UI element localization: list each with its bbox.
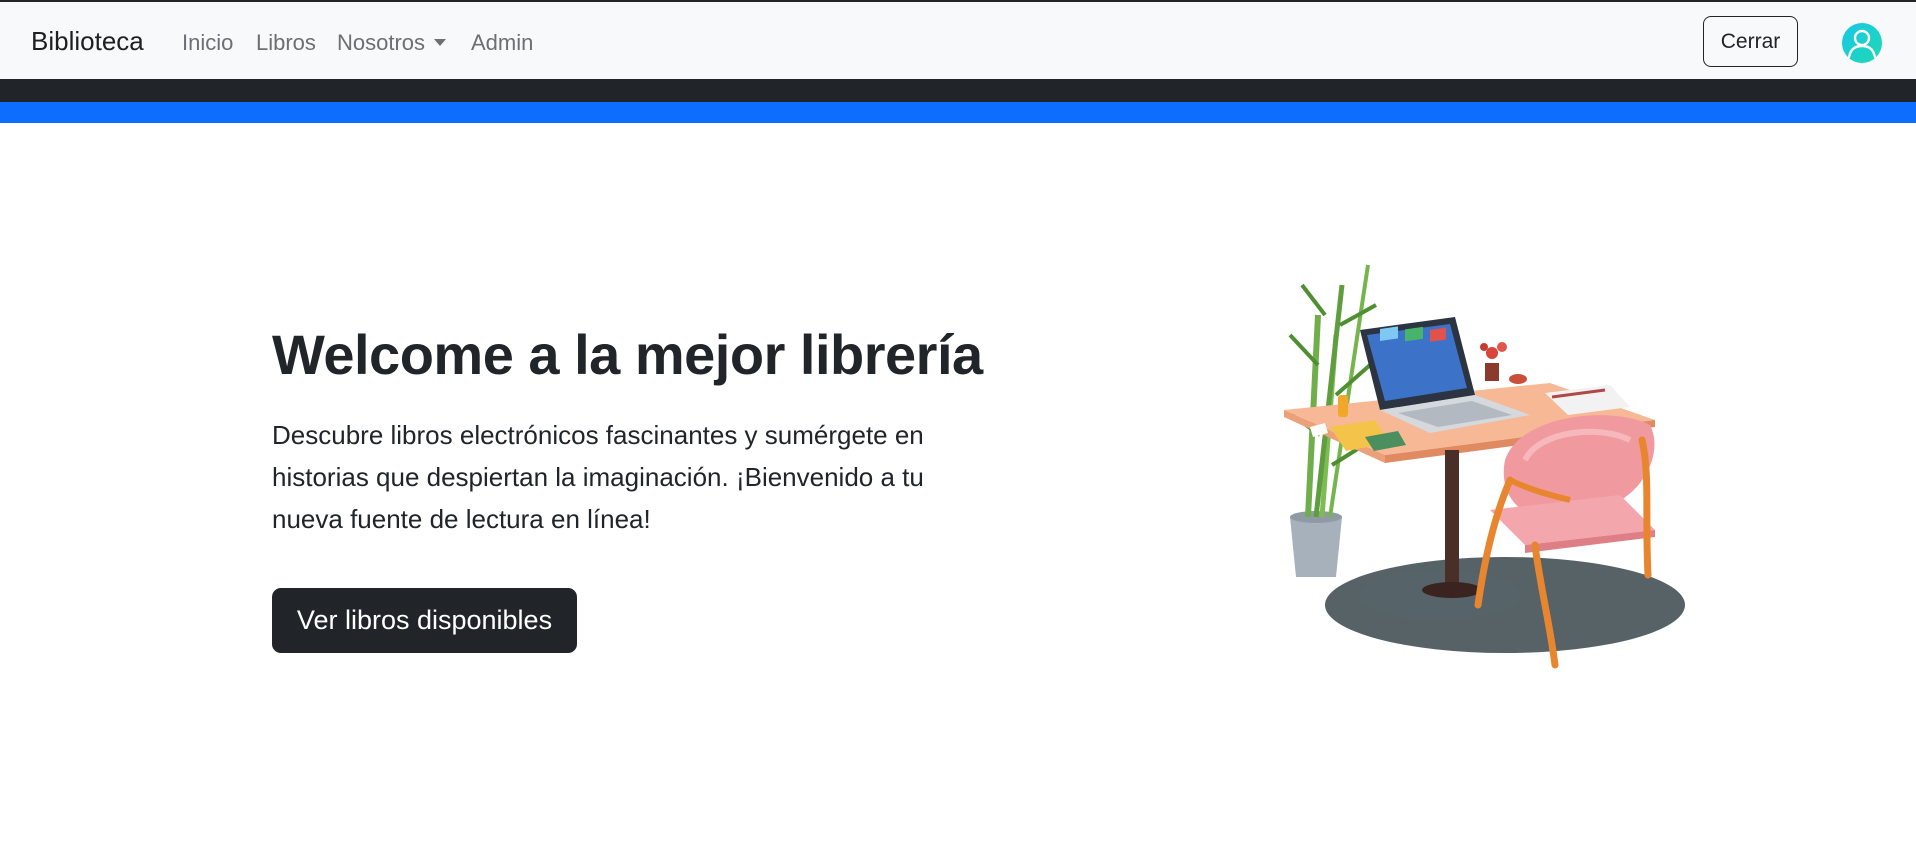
hero-lead-text: Descubre libros electrónicos fascinantes… [272,420,924,534]
dark-band-divider [0,79,1916,102]
top-navbar: Biblioteca Inicio Libros Nosotros Admin … [0,0,1916,79]
desk-workspace-illustration-icon [1284,264,1685,669]
user-avatar-icon[interactable] [1842,23,1882,63]
blue-band-divider [0,102,1916,123]
brand-link[interactable]: Biblioteca [31,26,144,57]
view-books-button[interactable]: Ver libros disponibles [272,588,577,653]
nav-link-admin[interactable]: Admin [471,30,533,56]
nav-link-inicio[interactable]: Inicio [182,30,233,56]
logout-button[interactable]: Cerrar [1703,16,1798,67]
nav-dropdown-nosotros[interactable]: Nosotros [337,30,447,56]
chevron-down-icon [434,39,447,46]
nav-link-libros[interactable]: Libros [256,30,316,56]
hero-title: Welcome a la mejor librería [272,323,983,386]
nav-dropdown-label: Nosotros [337,30,426,55]
